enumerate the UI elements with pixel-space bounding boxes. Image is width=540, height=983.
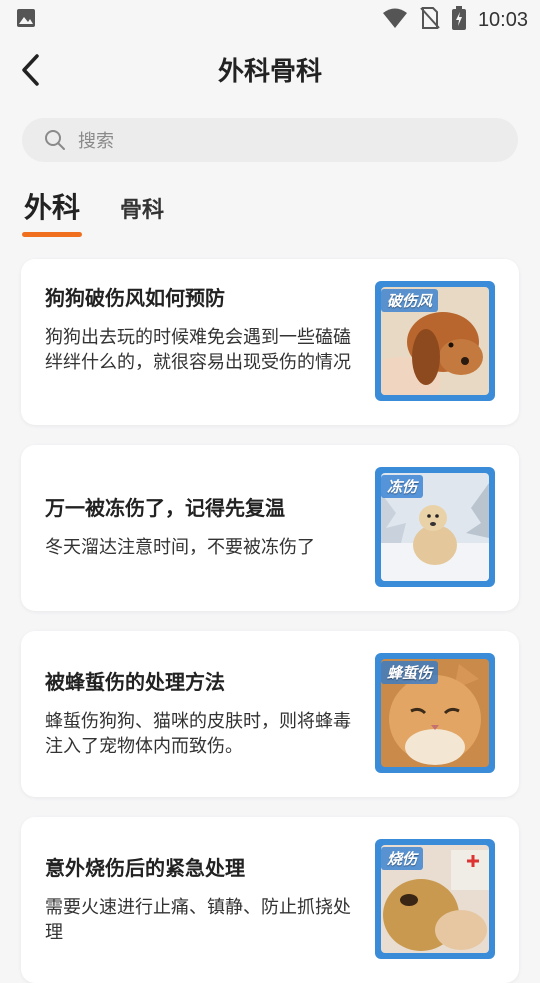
wifi-icon bbox=[382, 7, 408, 33]
article-title: 狗狗破伤风如何预防 bbox=[45, 286, 225, 310]
article-thumbnail: 蜂蜇伤 bbox=[375, 653, 495, 773]
article-description: 冬天溜达注意时间，不要被冻伤了 bbox=[45, 537, 315, 558]
article-title: 意外烧伤后的紧急处理 bbox=[45, 856, 245, 880]
thumbnail-tag: 烧伤 bbox=[381, 847, 424, 870]
tab-orthopedics[interactable]: 骨科 bbox=[120, 192, 164, 224]
article-description: 蜂蜇伤狗狗、猫咪的皮肤时，则将蜂毒注入了宠物体内而致伤。 bbox=[45, 711, 351, 757]
article-thumbnail: 破伤风 bbox=[375, 281, 495, 401]
page-title: 外科骨科 bbox=[217, 57, 322, 87]
article-description: 狗狗出去玩的时候难免会遇到一些磕磕绊绊什么的，就很容易出现受伤的情况 bbox=[45, 327, 351, 373]
thumbnail-tag: 冻伤 bbox=[381, 475, 424, 498]
tab-surgery[interactable]: 外科 bbox=[24, 186, 80, 226]
article-title: 被蜂蜇伤的处理方法 bbox=[45, 670, 225, 694]
battery-icon bbox=[451, 6, 466, 34]
article-thumbnail: 冻伤 bbox=[375, 467, 495, 587]
clock: 10:03 bbox=[477, 8, 528, 31]
thumbnail-tag: 破伤风 bbox=[381, 289, 439, 312]
image-icon bbox=[16, 8, 36, 32]
header: 外科骨科 bbox=[0, 36, 540, 104]
search-icon bbox=[44, 129, 66, 155]
thumbnail-tag: 蜂蜇伤 bbox=[381, 661, 439, 684]
article-thumbnail: 烧伤 bbox=[375, 839, 495, 959]
search-placeholder: 搜索 bbox=[78, 131, 114, 152]
search-input[interactable]: 搜索 bbox=[22, 118, 518, 162]
article-card[interactable]: 万一被冻伤了，记得先复温 冬天溜达注意时间，不要被冻伤了 冻伤 bbox=[21, 445, 519, 611]
article-title: 万一被冻伤了，记得先复温 bbox=[45, 496, 285, 520]
article-description: 需要火速进行止痛、镇静、防止抓挠处理 bbox=[45, 897, 351, 943]
article-card[interactable]: 狗狗破伤风如何预防 狗狗出去玩的时候难免会遇到一些磕磕绊绊什么的，就很容易出现受… bbox=[21, 259, 519, 425]
article-card[interactable]: 意外烧伤后的紧急处理 需要火速进行止痛、镇静、防止抓挠处理 烧伤 bbox=[21, 817, 519, 983]
status-bar: 10:03 bbox=[0, 0, 540, 36]
article-card[interactable]: 被蜂蜇伤的处理方法 蜂蜇伤狗狗、猫咪的皮肤时，则将蜂毒注入了宠物体内而致伤。 蜂… bbox=[21, 631, 519, 797]
active-tab-indicator bbox=[22, 232, 82, 237]
tab-bar: 外科 骨科 bbox=[0, 186, 540, 242]
no-sim-icon bbox=[420, 6, 440, 34]
